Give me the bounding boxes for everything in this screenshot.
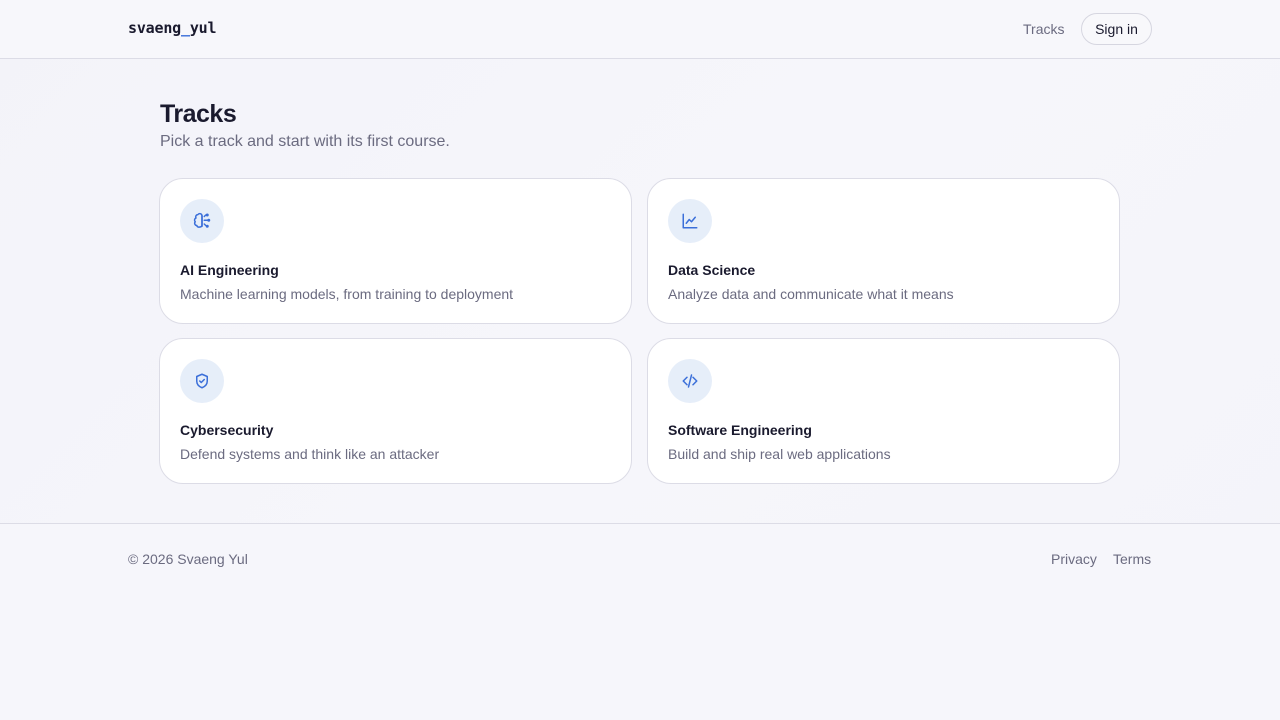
copyright-text: © 2026 Svaeng Yul (128, 551, 248, 567)
brain-icon (193, 212, 211, 228)
logo-left: svaeng (128, 19, 181, 37)
track-icon-badge (668, 199, 712, 243)
track-description: Machine learning models, from training t… (180, 286, 514, 302)
track-icon-badge (180, 359, 224, 403)
site-footer: © 2026 Svaeng Yul Privacy Terms (0, 523, 1280, 720)
track-card-cybersecurity[interactable]: Cybersecurity Defend systems and think l… (159, 338, 632, 484)
site-header: svaeng_yul Tracks Sign in (0, 0, 1280, 59)
page-subtitle: Pick a track and start with its first co… (160, 133, 450, 150)
code-icon (682, 374, 698, 388)
track-icon-badge (668, 359, 712, 403)
track-card-software-engineering[interactable]: Software Engineering Build and ship real… (647, 338, 1120, 484)
track-title: Cybersecurity (180, 422, 274, 438)
track-description: Defend systems and think like an attacke… (180, 446, 440, 462)
track-card-ai-engineering[interactable]: AI Engineering Machine learning models, … (159, 178, 632, 324)
track-description: Analyze data and communicate what it mea… (668, 286, 954, 302)
track-title: AI Engineering (180, 262, 279, 278)
sign-in-button[interactable]: Sign in (1081, 13, 1152, 45)
footer-link-privacy[interactable]: Privacy (1051, 551, 1097, 567)
track-description: Build and ship real web applications (668, 446, 891, 462)
logo-separator: _ (181, 19, 190, 37)
shield-check-icon (196, 373, 208, 389)
nav-link-tracks[interactable]: Tracks (1023, 21, 1064, 37)
track-title: Software Engineering (668, 422, 812, 438)
footer-link-terms[interactable]: Terms (1113, 551, 1151, 567)
page-title: Tracks (160, 100, 237, 128)
site-logo[interactable]: svaeng_yul (128, 19, 217, 37)
track-card-data-science[interactable]: Data Science Analyze data and communicat… (647, 178, 1120, 324)
track-title: Data Science (668, 262, 756, 278)
track-icon-badge (180, 199, 224, 243)
chart-line-icon (682, 213, 698, 229)
logo-right: yul (189, 19, 217, 37)
